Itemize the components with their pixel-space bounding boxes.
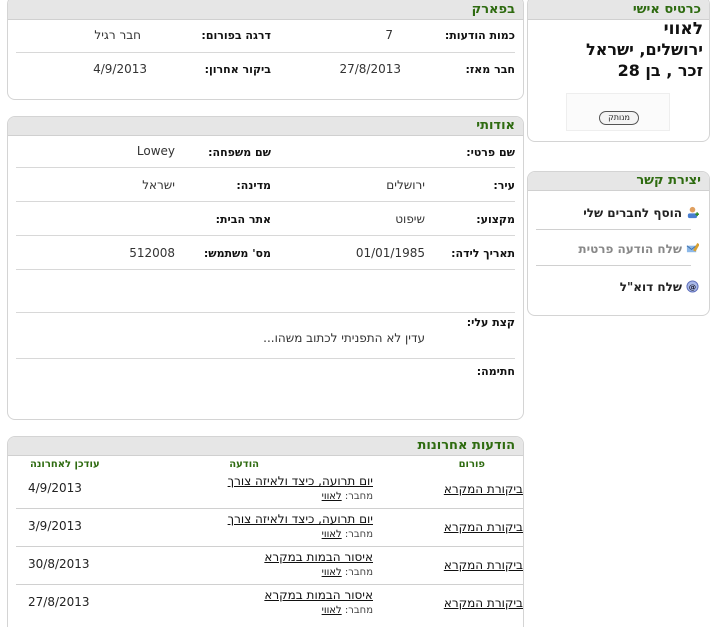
- posts-value: 7: [385, 28, 393, 42]
- profession-label: מקצוע:: [476, 213, 515, 226]
- post-title-link[interactable]: יום תרועה, כיצד ולאיזה צורך: [228, 474, 373, 488]
- country-label: מדינה:: [236, 179, 271, 192]
- recent-posts-title: הודעות אחרונות: [8, 437, 523, 456]
- send-private-message-button[interactable]: שלח הודעה פרטית: [578, 240, 700, 256]
- about-row-signature: חתימה:: [16, 359, 515, 409]
- forum-link[interactable]: ביקורת המקרא: [444, 482, 523, 496]
- city-label: עיר:: [493, 179, 515, 192]
- profile-card-title: כרטיס אישי: [528, 0, 709, 20]
- table-row: ביקורת המקרא איסור הבמות במקרא מחבר: לאו…: [16, 546, 523, 585]
- column-header-updated: עודכן לאחרונה: [30, 459, 100, 470]
- profession-value: שיפוט: [395, 212, 425, 226]
- status-badge: מנותק: [599, 111, 639, 125]
- website-label: אתר הבית:: [215, 213, 271, 226]
- last-visit-value: 4/9/2013: [93, 62, 147, 76]
- contact-panel: יצירת קשר הוסף לחברים שלי שלח הודעה פרטי…: [527, 171, 710, 316]
- svg-text:@: @: [689, 282, 696, 291]
- forum-link[interactable]: ביקורת המקרא: [444, 596, 523, 610]
- about-row-birth: תאריך לידה: 01/01/1985 מס' משתמש: 512008: [16, 236, 515, 270]
- last-visit-label: ביקור אחרון:: [204, 63, 271, 76]
- user-id-value: 512008: [129, 246, 175, 260]
- post-date: 30/8/2013: [28, 557, 90, 571]
- forum-stats-panel: בפארק כמות הודעות: 7 דרגה בפורום: חבר רג…: [7, 0, 524, 100]
- forum-link[interactable]: ביקורת המקרא: [444, 520, 523, 534]
- about-row-names: שם פרטי: שם משפחה: Lowey: [16, 136, 515, 168]
- email-icon: @: [686, 280, 699, 293]
- last-name-label: שם משפחה:: [208, 146, 271, 159]
- last-name-value: Lowey: [136, 144, 175, 158]
- bio-label: קצת עלי:: [466, 316, 515, 329]
- birthdate-label: תאריך לידה:: [451, 247, 515, 260]
- member-since-value: 27/8/2013: [339, 62, 401, 76]
- author-prefix: מחבר:: [344, 567, 373, 578]
- about-row-location: עיר: ירושלים מדינה: ישראל: [16, 168, 515, 202]
- author-link[interactable]: לאווי: [322, 491, 342, 502]
- post-title-link[interactable]: איסור הבמות במקרא: [264, 550, 373, 564]
- stats-row-2: חבר מאז: 27/8/2013 ביקור אחרון: 4/9/2013: [16, 53, 515, 87]
- rank-value: חבר רגיל: [94, 28, 141, 42]
- forum-link[interactable]: ביקורת המקרא: [444, 558, 523, 572]
- profile-location: ירושלים, ישראל: [586, 40, 703, 59]
- rank-label: דרגה בפורום:: [201, 29, 271, 42]
- private-message-icon: [686, 242, 700, 253]
- author-prefix: מחבר:: [344, 529, 373, 540]
- status-badge-label: מנותק: [608, 113, 630, 122]
- author-link[interactable]: לאווי: [322, 605, 342, 616]
- table-row: ביקורת המקרא איסור הבמות במקרא מחבר: לאו…: [16, 584, 523, 622]
- column-header-message: הודעה: [229, 459, 259, 470]
- posts-label: כמות הודעות:: [444, 29, 515, 42]
- signature-label: חתימה:: [476, 365, 515, 378]
- post-title-link[interactable]: איסור הבמות במקרא: [264, 588, 373, 602]
- post-date: 27/8/2013: [28, 595, 90, 609]
- user-id-label: מס' משתמש:: [203, 247, 271, 260]
- country-value: ישראל: [142, 178, 175, 192]
- forum-stats-title: בפארק: [8, 0, 523, 20]
- post-author: מחבר: לאווי: [322, 529, 373, 540]
- bio-value: עדין לא התפניתי לכתוב משהו...: [263, 331, 425, 345]
- post-date: 4/9/2013: [28, 481, 82, 495]
- city-value: ירושלים: [386, 178, 425, 192]
- post-author: מחבר: לאווי: [322, 491, 373, 502]
- send-email-label: שלח דוא"ל: [619, 280, 682, 294]
- about-title: אודותי: [8, 117, 523, 136]
- column-header-forum: פורום: [458, 459, 485, 470]
- add-friend-label: הוסף לחברים שלי: [583, 206, 682, 220]
- stats-row-1: כמות הודעות: 7 דרגה בפורום: חבר רגיל: [16, 20, 515, 53]
- table-row: ביקורת המקרא יום תרועה, כיצד ולאיזה צורך…: [16, 508, 523, 547]
- profile-gender-age: זכר , בן 28: [617, 61, 703, 80]
- divider: [536, 229, 691, 230]
- profile-name: לאווי: [663, 19, 703, 39]
- about-row-bio: קצת עלי: עדין לא התפניתי לכתוב משהו...: [16, 313, 515, 359]
- post-title-link[interactable]: יום תרועה, כיצד ולאיזה צורך: [228, 512, 373, 526]
- birthdate-value: 01/01/1985: [355, 246, 425, 260]
- author-prefix: מחבר:: [344, 605, 373, 616]
- contact-title: יצירת קשר: [528, 172, 709, 191]
- about-panel: אודותי שם פרטי: שם משפחה: Lowey עיר: ירו…: [7, 116, 524, 420]
- send-email-button[interactable]: @ שלח דוא"ל: [620, 278, 699, 294]
- author-prefix: מחבר:: [344, 491, 373, 502]
- add-friend-button[interactable]: הוסף לחברים שלי: [583, 204, 699, 220]
- post-author: מחבר: לאווי: [322, 605, 373, 616]
- recent-posts-panel: הודעות אחרונות פורום הודעה עודכן לאחרונה…: [7, 436, 524, 627]
- avatar: מנותק: [566, 93, 670, 131]
- divider: [536, 265, 691, 266]
- author-link[interactable]: לאווי: [322, 567, 342, 578]
- about-row-profession: מקצוע: שיפוט אתר הבית:: [16, 202, 515, 236]
- first-name-label: שם פרטי:: [466, 146, 515, 159]
- profile-card: כרטיס אישי לאווי ירושלים, ישראל זכר , בן…: [527, 0, 710, 142]
- send-private-message-label: שלח הודעה פרטית: [578, 242, 682, 256]
- member-since-label: חבר מאז:: [465, 63, 516, 76]
- post-author: מחבר: לאווי: [322, 567, 373, 578]
- about-row-spacer: [16, 270, 515, 313]
- post-date: 3/9/2013: [28, 519, 82, 533]
- add-friend-icon: [687, 206, 699, 219]
- table-row: ביקורת המקרא יום תרועה, כיצד ולאיזה צורך…: [16, 470, 523, 509]
- author-link[interactable]: לאווי: [322, 529, 342, 540]
